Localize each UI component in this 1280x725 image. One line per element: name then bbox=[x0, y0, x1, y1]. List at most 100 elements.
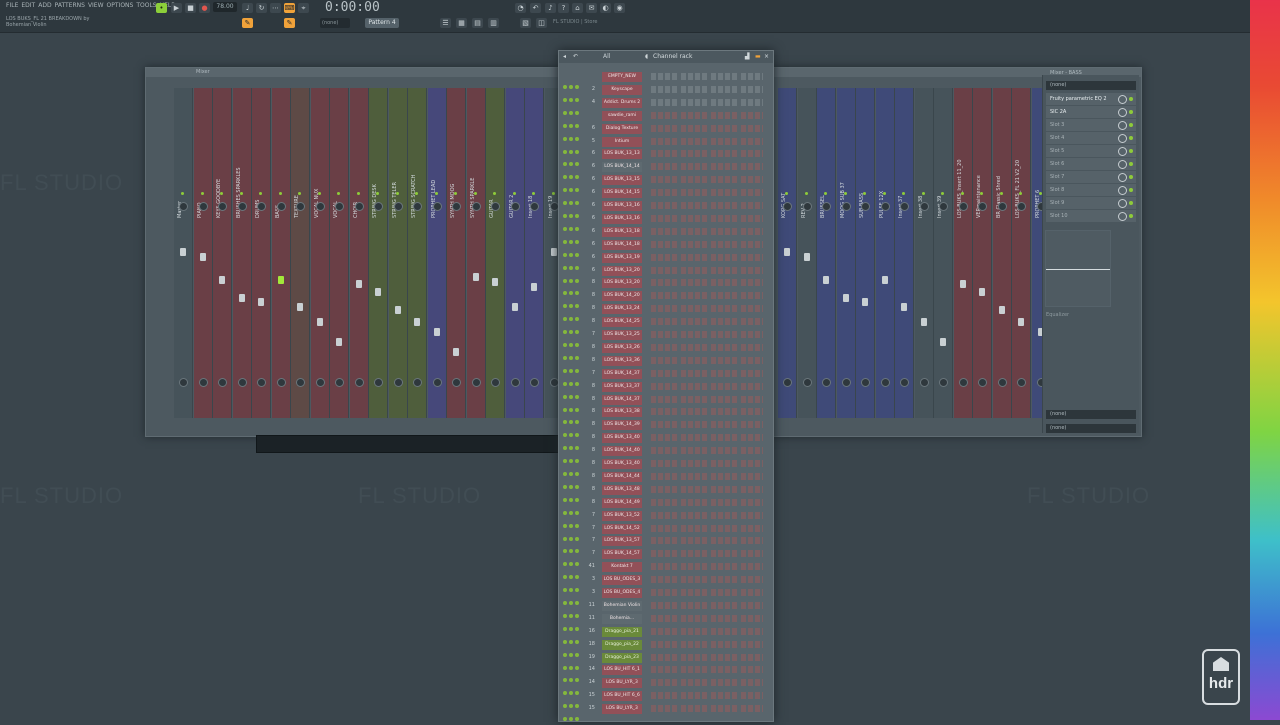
track-enable-led[interactable] bbox=[376, 192, 379, 195]
pan-knob[interactable] bbox=[179, 202, 188, 211]
channel-name-button[interactable]: LOS BUK_13_16 bbox=[602, 213, 642, 224]
route-knob[interactable] bbox=[335, 378, 344, 387]
track-enable-led[interactable] bbox=[980, 192, 983, 195]
mixer-route-number[interactable]: 6 bbox=[587, 125, 595, 131]
mix-knob[interactable] bbox=[1118, 212, 1127, 221]
channel-row[interactable]: 2 Keyscape bbox=[559, 84, 773, 102]
channel-controls[interactable] bbox=[563, 706, 583, 722]
step-sequencer[interactable] bbox=[651, 356, 763, 364]
channel-row[interactable]: 8 LOS BUK_13_40 bbox=[559, 432, 773, 451]
channel-name-button[interactable]: sawdie_rami bbox=[602, 110, 642, 121]
volume-fader[interactable] bbox=[394, 306, 401, 314]
step-edit-icon[interactable]: ⋯ bbox=[270, 3, 281, 13]
step-sequencer[interactable] bbox=[651, 537, 763, 545]
volume-fader[interactable] bbox=[881, 276, 888, 284]
typing-keyboard-icon[interactable]: ⌨ bbox=[284, 3, 295, 13]
track-enable-led[interactable] bbox=[337, 192, 340, 195]
mixer-track[interactable]: BASS bbox=[271, 88, 291, 418]
mixer-track[interactable]: BR Classic Shred bbox=[992, 88, 1012, 418]
mixer-route-number[interactable]: 6 bbox=[587, 202, 595, 208]
mixer-route-number[interactable]: 8 bbox=[587, 447, 595, 453]
volume-fader[interactable] bbox=[238, 294, 245, 302]
detach-icon[interactable]: ▬ bbox=[755, 51, 761, 63]
channel-row[interactable]: 7 LOS BUK_14_52 bbox=[559, 523, 773, 541]
channel-controls[interactable] bbox=[563, 151, 583, 167]
mixer-track[interactable]: GUITAR bbox=[486, 88, 505, 418]
channel-controls[interactable] bbox=[563, 242, 583, 257]
step-sequencer[interactable] bbox=[651, 434, 763, 442]
channel-row[interactable]: 8 LOS BUK_13_38 bbox=[559, 406, 773, 425]
step-sequencer[interactable] bbox=[651, 240, 763, 248]
volume-fader[interactable] bbox=[277, 276, 284, 284]
channel-controls[interactable] bbox=[563, 616, 583, 631]
channel-name-button[interactable]: LOS BUK_13_18 bbox=[602, 226, 642, 237]
slot-enable-led[interactable] bbox=[1129, 175, 1133, 179]
step-sequencer[interactable] bbox=[651, 550, 763, 558]
route-knob[interactable] bbox=[880, 378, 890, 387]
channel-name-button[interactable]: EMPTY_NEW bbox=[602, 72, 642, 82]
pattern-selector[interactable]: Pattern 4 bbox=[365, 18, 399, 28]
channel-name-button[interactable]: LOS BUK_13_57 bbox=[602, 536, 642, 547]
channel-controls[interactable] bbox=[563, 113, 583, 128]
channel-controls[interactable] bbox=[563, 306, 583, 322]
mixer-route-number[interactable]: 6 bbox=[587, 176, 595, 182]
channel-row[interactable]: 6 LOS BUK_13_20 bbox=[559, 265, 773, 283]
step-sequencer[interactable] bbox=[651, 627, 763, 635]
pan-knob[interactable] bbox=[413, 202, 422, 211]
channel-name-button[interactable]: LOS BUK_14_14 bbox=[602, 162, 642, 173]
chat-icon[interactable]: ◐ bbox=[600, 3, 611, 13]
mixer-route-number[interactable]: 6 bbox=[587, 241, 595, 247]
mixer-route-number[interactable]: 8 bbox=[587, 305, 595, 311]
fx-slot[interactable]: Slot 4 bbox=[1046, 132, 1136, 144]
mixer-route-number[interactable]: 8 bbox=[587, 499, 595, 505]
route-knob[interactable] bbox=[939, 378, 948, 387]
channel-name-button[interactable]: LOS BUK_13_40 bbox=[602, 433, 642, 444]
channel-controls[interactable] bbox=[563, 255, 583, 270]
pan-knob[interactable] bbox=[919, 202, 929, 211]
mini-keyboard[interactable] bbox=[256, 435, 560, 453]
pan-knob[interactable] bbox=[218, 202, 227, 211]
channel-name-button[interactable]: Bohemia... bbox=[602, 613, 642, 624]
volume-fader[interactable] bbox=[316, 318, 323, 326]
channel-controls[interactable] bbox=[563, 280, 583, 296]
help-icon[interactable]: ? bbox=[558, 3, 569, 13]
channel-row[interactable]: 8 LOS BUK_14_25 bbox=[559, 316, 773, 335]
mixer-track[interactable]: STRING SCRATCH bbox=[408, 88, 427, 418]
step-sequencer[interactable] bbox=[651, 279, 763, 287]
volume-fader[interactable] bbox=[862, 298, 868, 306]
channel-controls[interactable] bbox=[563, 87, 583, 102]
slot-enable-led[interactable] bbox=[1129, 214, 1133, 218]
step-sequencer[interactable] bbox=[651, 460, 763, 467]
slot-enable-led[interactable] bbox=[1129, 97, 1133, 101]
playlist-icon[interactable]: ☰ bbox=[440, 18, 451, 28]
mixer-route-number[interactable]: 6 bbox=[587, 163, 595, 169]
channel-row[interactable]: 8 LOS BUK_14_49 bbox=[559, 497, 773, 515]
pan-knob[interactable] bbox=[432, 202, 442, 211]
pattern-song-toggle[interactable]: • bbox=[156, 3, 167, 13]
channel-row[interactable]: 8 LOS BUK_14_39 bbox=[559, 419, 773, 438]
mix-knob[interactable] bbox=[1118, 186, 1127, 195]
mixer-track[interactable]: Insert 39 bbox=[934, 88, 953, 418]
undo-icon[interactable]: ↶ bbox=[530, 3, 541, 13]
channel-controls[interactable] bbox=[563, 74, 583, 89]
step-sequencer[interactable] bbox=[651, 176, 763, 184]
fx-slot[interactable]: Fruity parametric EQ 2 bbox=[1046, 93, 1136, 105]
channel-row[interactable]: sawdie_rami bbox=[559, 110, 773, 128]
volume-fader[interactable] bbox=[784, 248, 790, 256]
route-knob[interactable] bbox=[919, 378, 929, 387]
channel-name-button[interactable]: LOS BUK_13_15 bbox=[602, 175, 642, 186]
channel-row[interactable]: 8 LOS BUK_13_36 bbox=[559, 355, 773, 373]
slot-enable-led[interactable] bbox=[1129, 201, 1133, 205]
route-knob[interactable] bbox=[822, 378, 831, 387]
track-enable-led[interactable] bbox=[220, 192, 223, 195]
step-sequencer[interactable] bbox=[651, 331, 763, 338]
volume-fader[interactable] bbox=[511, 303, 518, 311]
mixer-route-number[interactable]: 7 bbox=[587, 525, 595, 531]
channel-controls[interactable] bbox=[563, 371, 583, 386]
volume-fader[interactable] bbox=[842, 294, 849, 302]
channel-name-button[interactable]: LOS BUK_13_24 bbox=[602, 304, 642, 315]
mixer-route-number[interactable]: 6 bbox=[587, 215, 595, 221]
route-knob[interactable] bbox=[179, 378, 188, 387]
step-sequencer[interactable] bbox=[651, 485, 763, 493]
channel-name-button[interactable]: Intium bbox=[602, 136, 642, 147]
